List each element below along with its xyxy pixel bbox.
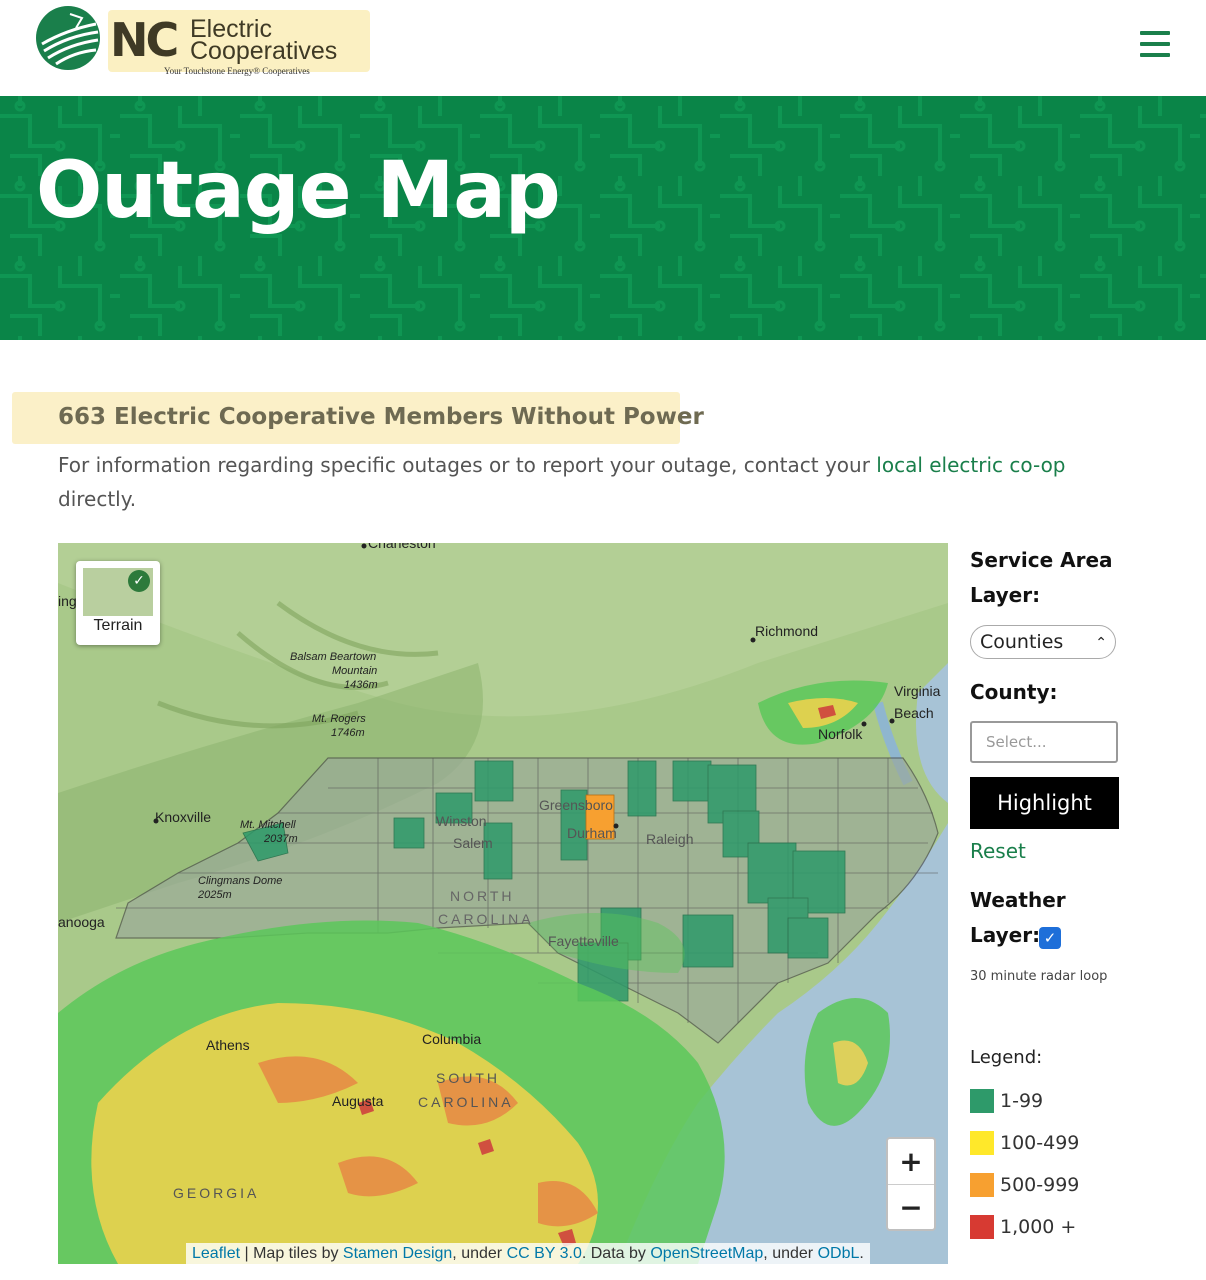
page-title: Outage Map xyxy=(36,146,561,236)
map-label-georgia: GEORGIA xyxy=(173,1185,260,1201)
map-label-durham: Durham xyxy=(567,825,617,841)
legend-label: 500-999 xyxy=(1000,1174,1080,1196)
reset-link[interactable]: Reset xyxy=(970,839,1026,863)
map-label-mtrogers-2: 1746m xyxy=(331,727,365,739)
site-header: NC Electric Cooperatives Your Touchstone… xyxy=(0,0,1206,96)
map-label-athens: Athens xyxy=(206,1037,250,1053)
map-label-richmond: Richmond xyxy=(755,623,819,639)
legend-label: 100-499 xyxy=(1000,1132,1080,1154)
legend-swatch xyxy=(970,1215,994,1239)
logo-tagline: Your Touchstone Energy® Cooperatives xyxy=(164,66,310,76)
map-label-left-edge: ing xyxy=(58,593,77,609)
map-label-charleston: Charleston xyxy=(368,543,436,551)
map-label-mitchell-1: Mt. Mitchell xyxy=(240,819,296,831)
zoom-out-button[interactable]: − xyxy=(888,1185,934,1230)
map-label-virginia-beach-1: Virginia xyxy=(894,683,941,699)
service-area-label-line-1: Service Area xyxy=(970,548,1113,572)
logo-globe-icon xyxy=(36,6,100,70)
weather-layer-checkbox[interactable]: ✓ xyxy=(1039,927,1061,949)
map-label-clingmans-1: Clingmans Dome xyxy=(198,875,283,887)
stamen-link[interactable]: Stamen Design xyxy=(343,1245,452,1262)
service-area-value: Counties xyxy=(980,631,1064,653)
hamburger-menu-icon[interactable] xyxy=(1138,28,1172,60)
attrib-text-5: . xyxy=(859,1245,864,1262)
legend-label: 1-99 xyxy=(1000,1090,1044,1112)
outage-info-text: For information regarding specific outag… xyxy=(58,448,1158,516)
cc-by-link[interactable]: CC BY 3.0 xyxy=(507,1245,582,1262)
local-co-op-link[interactable]: local electric co-op xyxy=(876,453,1065,477)
map-label-balsam-3: 1436m xyxy=(344,679,378,691)
map-label-south-carolina-2: CAROLINA xyxy=(418,1094,514,1110)
map-label-raleigh: Raleigh xyxy=(646,831,694,847)
map-label-virginia-beach-2: Beach xyxy=(894,705,934,721)
weather-label-line-1: Weather xyxy=(970,888,1066,912)
service-area-label-line-2: Layer: xyxy=(970,583,1041,607)
county-label: County: xyxy=(970,680,1058,704)
info-suffix: directly. xyxy=(58,487,137,511)
map-label-balsam-1: Balsam Beartown xyxy=(290,651,377,663)
map-attribution: Leaflet | Map tiles by Stamen Design, un… xyxy=(186,1243,870,1264)
zoom-in-button[interactable]: + xyxy=(888,1139,934,1185)
zoom-control: + − xyxy=(886,1137,936,1231)
logo-line-2: Cooperatives xyxy=(190,37,338,65)
map-label-norfolk: Norfolk xyxy=(818,726,863,742)
map-label-north-carolina-2: CAROLINA xyxy=(438,911,534,927)
terrain-label: Terrain xyxy=(93,617,143,634)
service-area-label: Service Area Layer: xyxy=(970,543,1113,613)
service-area-layer-select[interactable]: Counties ⌃ xyxy=(970,625,1116,659)
terrain-layer-toggle[interactable]: ✓ Terrain xyxy=(76,561,160,645)
odbl-link[interactable]: ODbL xyxy=(818,1245,860,1262)
attrib-text-4: , under xyxy=(763,1245,818,1262)
checkmark-icon: ✓ xyxy=(128,570,150,592)
map-label-clingmans-2: 2025m xyxy=(198,889,232,901)
map-label-knoxville: Knoxville xyxy=(155,809,212,825)
nc-electric-cooperatives-logo[interactable]: NC Electric Cooperatives Your Touchstone… xyxy=(36,6,376,82)
logo-electric-cooperatives-text: Electric Cooperatives xyxy=(190,17,338,65)
openstreetmap-link[interactable]: OpenStreetMap xyxy=(650,1245,763,1262)
legend-swatch xyxy=(970,1173,994,1197)
members-without-power-count: 663 Electric Cooperative Members Without… xyxy=(58,404,704,430)
map-label-balsam-2: Mountain xyxy=(332,665,378,677)
map-label-mitchell-2: 2037m xyxy=(264,833,298,845)
county-select-input[interactable]: Select... xyxy=(970,721,1118,763)
map-label-south-carolina-1: SOUTH xyxy=(436,1070,500,1086)
map-label-winston-1: Winston xyxy=(436,813,487,829)
map-label-mtrogers-1: Mt. Rogers xyxy=(312,713,366,725)
radar-loop-note: 30 minute radar loop xyxy=(970,969,1108,984)
legend-swatch xyxy=(970,1131,994,1155)
leaflet-link[interactable]: Leaflet xyxy=(192,1245,240,1262)
hero-banner: Outage Map xyxy=(0,96,1206,340)
map-label-winston-2: Salem xyxy=(453,835,493,851)
legend-swatch xyxy=(970,1089,994,1113)
map-label-north-carolina-1: NORTH xyxy=(450,888,515,904)
map-label-chattanooga: anooga xyxy=(58,914,105,930)
attrib-text-1: | Map tiles by xyxy=(240,1245,343,1262)
map-label-augusta: Augusta xyxy=(332,1093,384,1109)
outage-map[interactable]: Charleston ing Richmond Virginia Beach N… xyxy=(58,543,948,1264)
map-label-greensboro: Greensboro xyxy=(539,797,613,813)
logo-nc-text: NC xyxy=(110,13,179,67)
map-label-columbia: Columbia xyxy=(422,1031,482,1047)
highlight-button[interactable]: Highlight xyxy=(970,777,1119,829)
info-prefix: For information regarding specific outag… xyxy=(58,453,877,477)
attrib-text-2: , under xyxy=(452,1245,507,1262)
attrib-text-3: . Data by xyxy=(581,1245,651,1262)
legend-title: Legend: xyxy=(970,1047,1043,1068)
legend-label: 1,000 + xyxy=(1000,1216,1077,1238)
map-label-fayetteville: Fayetteville xyxy=(548,933,619,949)
select-arrows-icon: ⌃ xyxy=(1095,635,1107,651)
